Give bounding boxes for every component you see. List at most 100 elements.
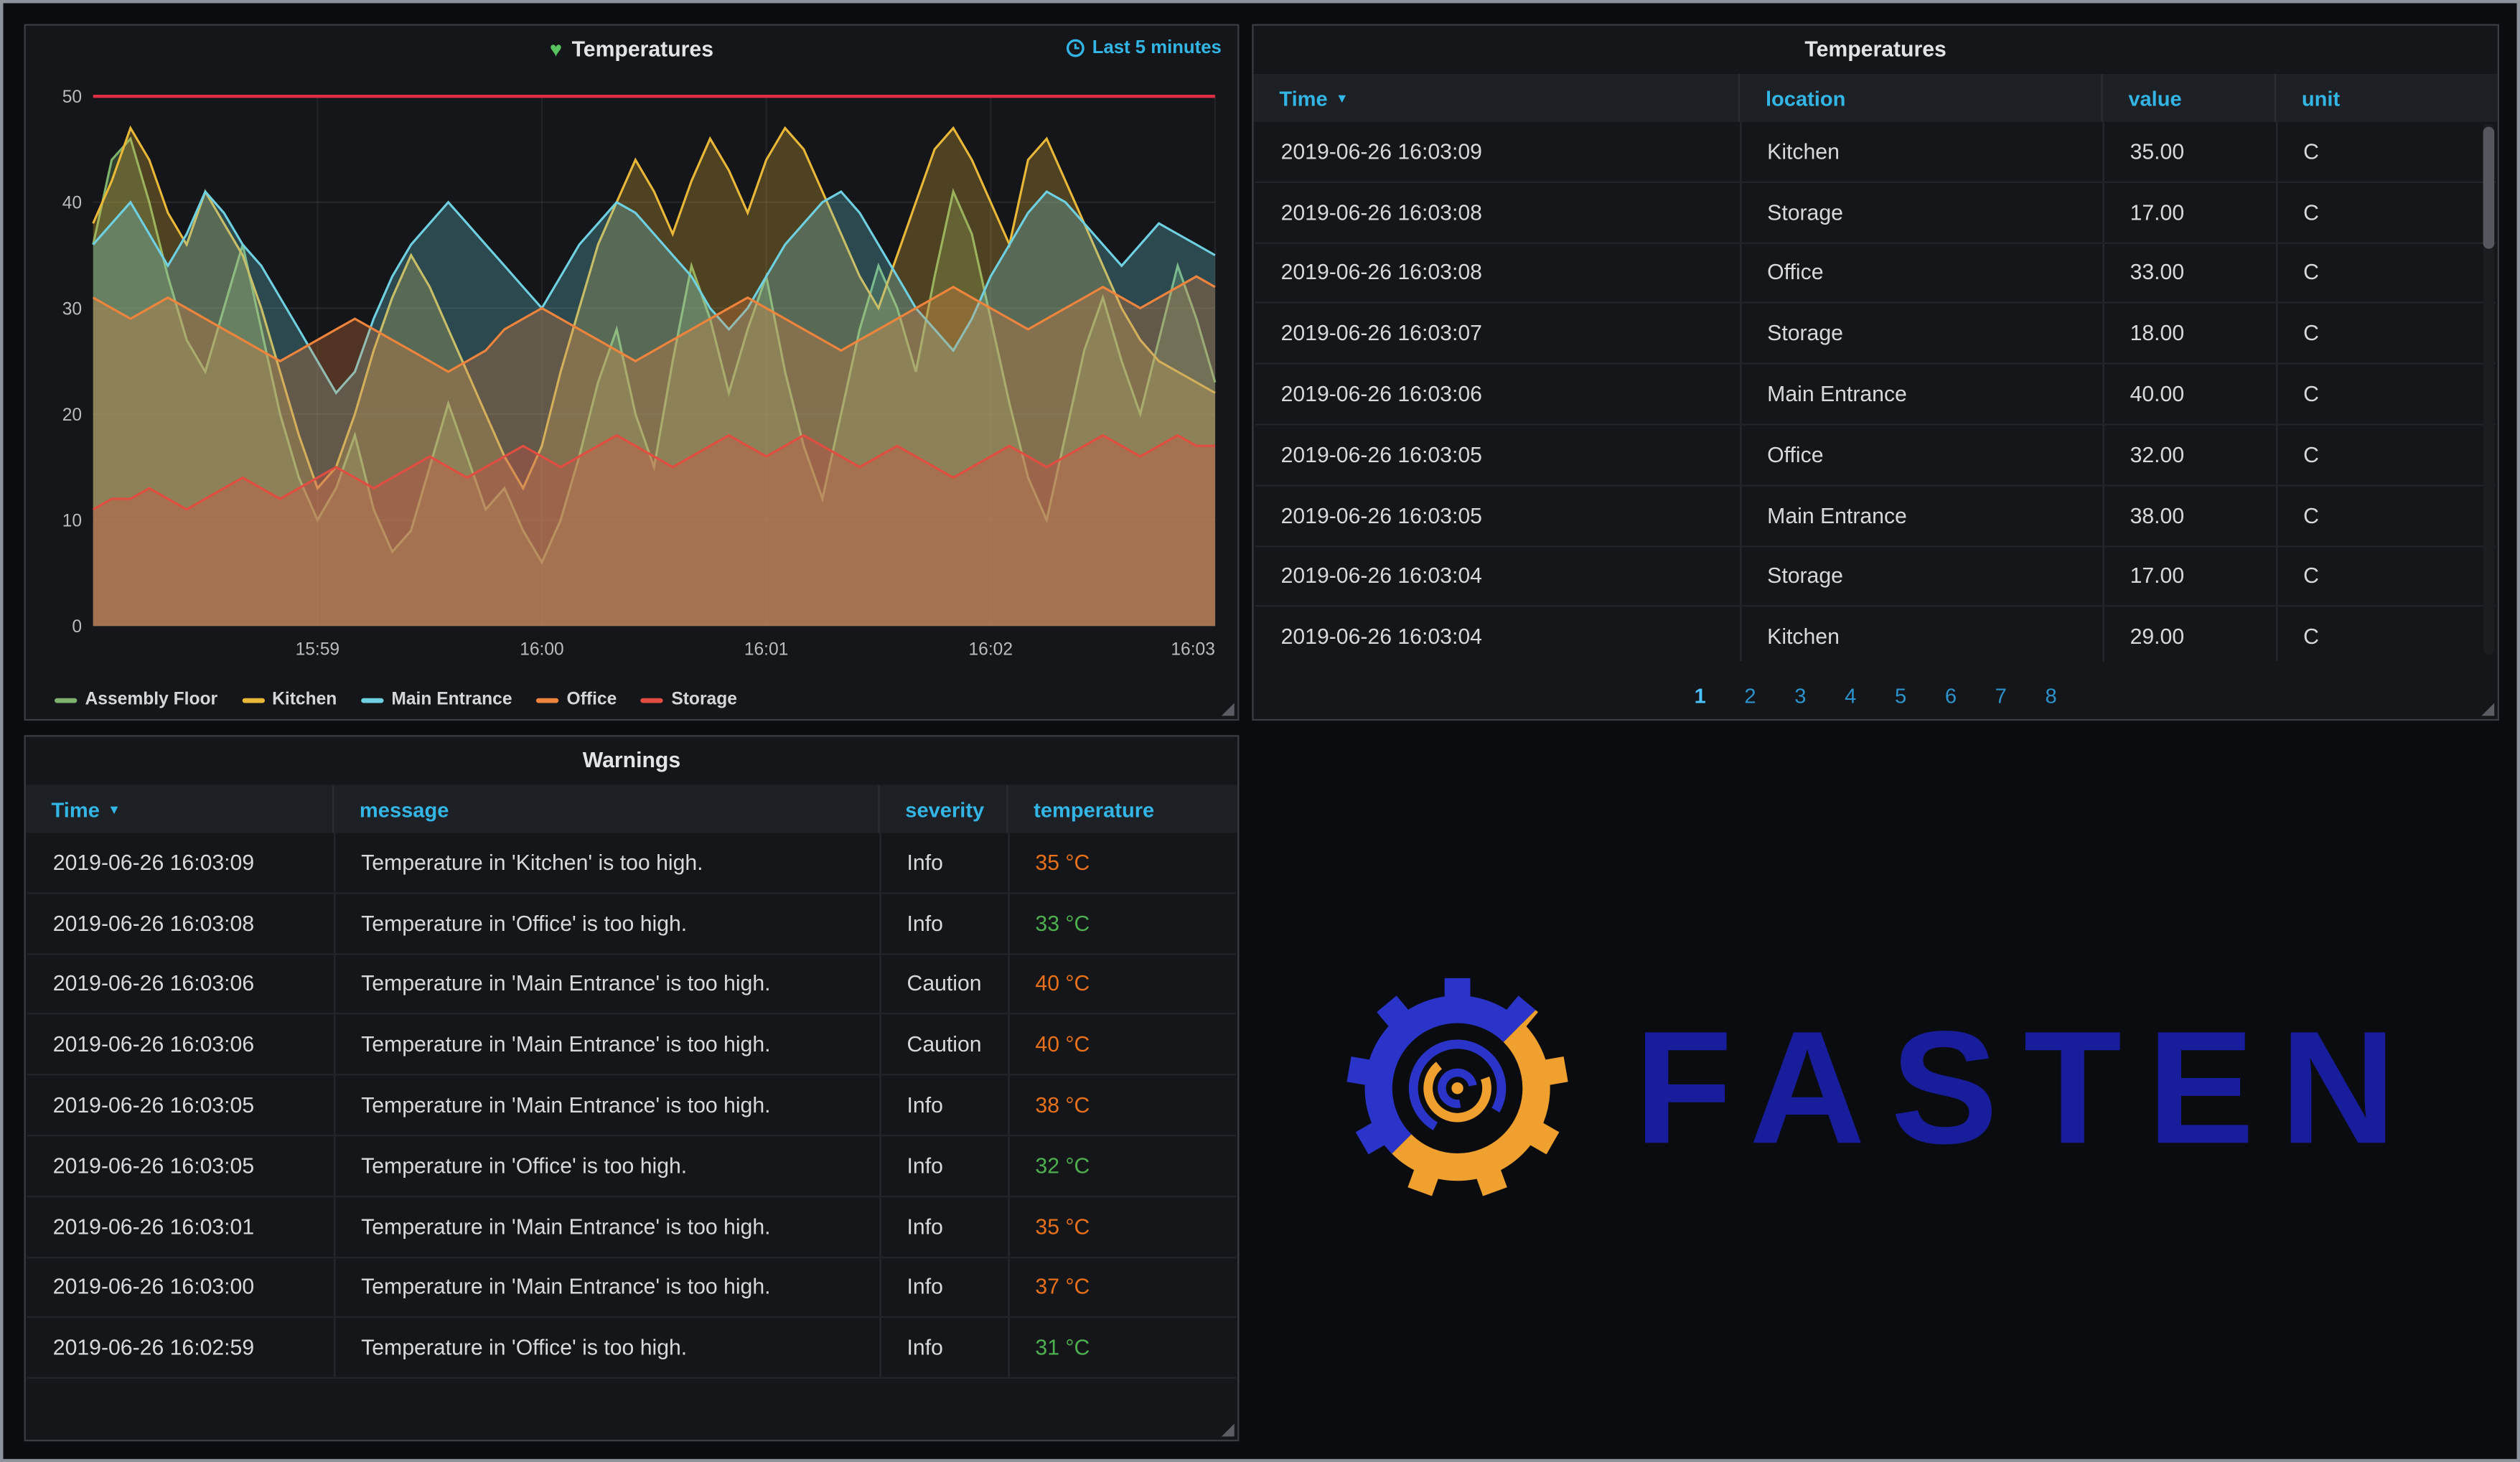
legend-item[interactable]: Main Entrance	[361, 690, 512, 710]
column-header-message[interactable]: message	[332, 785, 878, 833]
pagination-page[interactable]: 1	[1695, 684, 1706, 708]
svg-text:16:02: 16:02	[968, 639, 1013, 659]
panel-title[interactable]: Temperatures	[1254, 26, 2498, 74]
pagination-page[interactable]: 3	[1794, 684, 1806, 708]
table-cell-severity: Info	[879, 1136, 1008, 1195]
table-cell: Kitchen	[1740, 122, 2102, 181]
column-header-label: location	[1766, 86, 1845, 111]
time-series-chart[interactable]: 0102030405015:5916:0016:0116:0216:03	[39, 74, 1228, 674]
table-cell-severity: Info	[879, 1076, 1008, 1135]
pagination-page[interactable]: 8	[2046, 684, 2057, 708]
table-cell-time: 2019-06-26 16:03:09	[27, 833, 334, 892]
pagination-page[interactable]: 4	[1845, 684, 1856, 708]
table-row: 2019-06-26 16:03:05Main Entrance38.00C	[1255, 486, 2496, 547]
table-cell: Storage	[1740, 304, 2102, 363]
table-row: 2019-06-26 16:03:05Temperature in 'Offic…	[27, 1136, 1236, 1197]
column-header-time[interactable]: Time ▼	[26, 785, 332, 833]
table-cell: C	[2276, 122, 2496, 181]
legend-item[interactable]: Kitchen	[242, 690, 337, 710]
table-cell: 17.00	[2103, 182, 2277, 241]
table-cell: Office	[1740, 243, 2102, 302]
time-range-picker[interactable]: Last 5 minutes	[1067, 39, 1222, 58]
column-header-label: Time	[1279, 86, 1327, 111]
table-row: 2019-06-26 16:03:01Temperature in 'Main …	[27, 1197, 1236, 1258]
pagination-page[interactable]: 7	[1995, 684, 2007, 708]
column-header-location[interactable]: location	[1738, 74, 2101, 122]
time-range-label: Last 5 minutes	[1092, 39, 1222, 58]
table-cell: 2019-06-26 16:03:04	[1255, 547, 1740, 606]
table-cell-message: Temperature in 'Kitchen' is too high.	[334, 833, 879, 892]
table-cell-severity: Info	[879, 833, 1008, 892]
panel-logo: FASTEN	[1252, 735, 2499, 1441]
panel-resize-handle[interactable]	[2481, 703, 2494, 716]
panel-title-label: Temperatures	[572, 37, 713, 61]
column-header-label: temperature	[1034, 797, 1154, 821]
legend-item[interactable]: Office	[536, 690, 617, 710]
table-cell-time: 2019-06-26 16:03:05	[27, 1136, 334, 1195]
table-cell-message: Temperature in 'Main Entrance' is too hi…	[334, 1197, 879, 1256]
pagination-page[interactable]: 5	[1895, 684, 1906, 708]
column-header-temperature[interactable]: temperature	[1006, 785, 1237, 833]
heart-icon: ♥	[550, 37, 562, 61]
svg-text:0: 0	[72, 617, 82, 637]
table-row: 2019-06-26 16:03:05Office32.00C	[1255, 426, 2496, 487]
scrollbar-track[interactable]	[2483, 123, 2495, 655]
table-cell-message: Temperature in 'Office' is too high.	[334, 894, 879, 952]
column-header-label: message	[360, 797, 449, 821]
table-cell-time: 2019-06-26 16:03:05	[27, 1076, 334, 1135]
legend-color-icon	[361, 698, 383, 703]
table-cell: C	[2276, 607, 2496, 661]
column-header-time[interactable]: Time ▼	[1254, 74, 1738, 122]
scrollbar-thumb[interactable]	[2483, 127, 2495, 249]
column-header-label: Time	[52, 797, 100, 821]
svg-text:16:00: 16:00	[520, 639, 564, 659]
table-row: 2019-06-26 16:03:00Temperature in 'Main …	[27, 1257, 1236, 1318]
legend-label: Storage	[671, 690, 737, 710]
table-cell: 17.00	[2103, 547, 2277, 606]
table-cell-temperature: 31 °C	[1008, 1318, 1236, 1377]
table-cell-message: Temperature in 'Main Entrance' is too hi…	[334, 1076, 879, 1135]
table-cell-temperature: 40 °C	[1008, 955, 1236, 1013]
pagination-page[interactable]: 2	[1744, 684, 1756, 708]
table-row: 2019-06-26 16:03:04Kitchen29.00C	[1255, 607, 2496, 661]
table-row: 2019-06-26 16:03:06Temperature in 'Main …	[27, 955, 1236, 1016]
pagination-page[interactable]: 6	[1945, 684, 1957, 708]
table-cell: C	[2276, 304, 2496, 363]
table-cell: 18.00	[2103, 304, 2277, 363]
column-header-severity[interactable]: severity	[878, 785, 1006, 833]
sort-caret-icon: ▼	[108, 802, 121, 816]
table-cell: Storage	[1740, 182, 2102, 241]
table-row: 2019-06-26 16:03:05Temperature in 'Main …	[27, 1076, 1236, 1137]
column-header-label: value	[2128, 86, 2181, 111]
legend-color-icon	[242, 698, 264, 703]
table-cell: 2019-06-26 16:03:07	[1255, 304, 1740, 363]
fasten-gear-icon	[1329, 960, 1586, 1217]
panel-resize-handle[interactable]	[1222, 703, 1235, 716]
chart-legend: Assembly Floor Kitchen Main Entrance Office…	[55, 690, 761, 710]
panel-title-label: Temperatures	[1804, 37, 1946, 61]
table-cell-severity: Info	[879, 1197, 1008, 1256]
pagination: 1 2 3 4 5 6 7 8	[1254, 682, 2498, 711]
column-header-value[interactable]: value	[2101, 74, 2275, 122]
table-cell: 32.00	[2103, 426, 2277, 484]
legend-item[interactable]: Storage	[641, 690, 737, 710]
column-header-unit[interactable]: unit	[2275, 74, 2498, 122]
table-row: 2019-06-26 16:02:59Temperature in 'Offic…	[27, 1318, 1236, 1379]
table-cell: 2019-06-26 16:03:08	[1255, 243, 1740, 302]
table-cell-temperature: 35 °C	[1008, 1197, 1236, 1256]
table-cell: C	[2276, 182, 2496, 241]
panel-temperatures-chart: ♥Temperatures Last 5 minutes 01020304050…	[24, 24, 1240, 721]
legend-item[interactable]: Assembly Floor	[55, 690, 217, 710]
table-row: 2019-06-26 16:03:06Main Entrance40.00C	[1255, 365, 2496, 426]
panel-resize-handle[interactable]	[1222, 1424, 1235, 1437]
panel-title[interactable]: Warnings	[26, 736, 1237, 784]
table-cell-message: Temperature in 'Office' is too high.	[334, 1318, 879, 1377]
column-header-label: severity	[905, 797, 984, 821]
table-row: 2019-06-26 16:03:08Office33.00C	[1255, 243, 2496, 304]
table-cell-severity: Caution	[879, 1015, 1008, 1074]
panel-warnings-table: Warnings Time ▼ message severity tempera…	[24, 735, 1240, 1441]
legend-color-icon	[536, 698, 558, 703]
svg-text:10: 10	[62, 512, 82, 531]
table-cell-message: Temperature in 'Office' is too high.	[334, 1136, 879, 1195]
panel-title[interactable]: ♥ Temperatures	[26, 26, 1237, 74]
